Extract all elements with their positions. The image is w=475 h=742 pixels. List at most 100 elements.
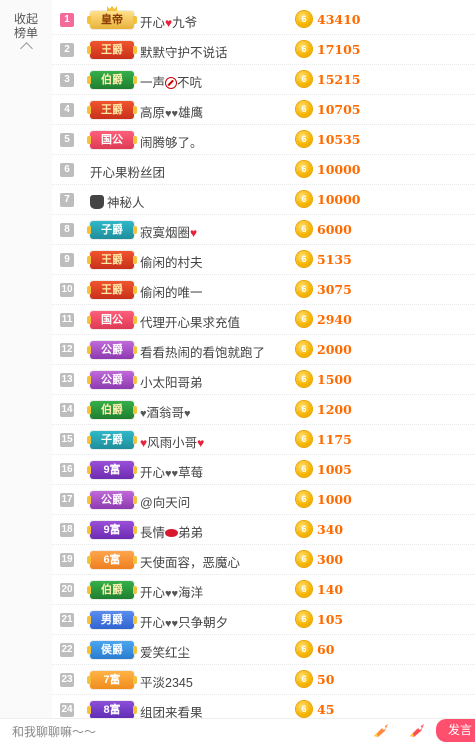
rank-row[interactable]: 19 6富 天使面容，恶魔心 6 300 [52, 545, 475, 575]
rank-number: 9 [60, 253, 74, 267]
rank-row[interactable]: 9 王爵 偷闲的村夫 6 5135 [52, 245, 475, 275]
rank-row[interactable]: 7 神秘人 6 10000 [52, 185, 475, 215]
badge-label: 伯爵 [101, 404, 123, 416]
username[interactable]: 偷闲的村夫 [140, 252, 203, 271]
coin-icon: 6 [296, 221, 312, 237]
rank-row[interactable]: 12 公爵 看看热闹的看饱就跑了 6 2000 [52, 335, 475, 365]
username[interactable]: ♥风雨小哥♥ [140, 432, 204, 451]
rank-row[interactable]: 23 7富 平淡2345 6 50 [52, 665, 475, 695]
username[interactable]: @向天问 [140, 492, 190, 511]
username[interactable]: 闹腾够了。 [140, 132, 203, 151]
rank-row[interactable]: 16 9富 开心♥♥草莓 6 1005 [52, 455, 475, 485]
rank-badge: 子爵 [87, 431, 137, 449]
collapse-rank-button[interactable]: 收起榜单 [10, 12, 42, 55]
rank-row[interactable]: 14 伯爵 ♥酒翁哥♥ 6 1200 [52, 395, 475, 425]
rank-badge: 王爵 [87, 281, 137, 299]
rank-row[interactable]: 11 国公 代理开心果求充值 6 2940 [52, 305, 475, 335]
rank-number: 14 [60, 403, 74, 417]
rank-row[interactable]: 22 侯爵 爱笑红尘 6 60 [52, 635, 475, 665]
username[interactable]: 开心♥♥草莓 [140, 462, 203, 481]
rank-badge: 公爵 [87, 371, 137, 389]
username[interactable]: 开心♥♥只争朝夕 [140, 612, 228, 631]
hearts-icon: ♥♥ [165, 108, 179, 120]
username[interactable]: 开心果粉丝团 [90, 162, 165, 181]
coin-icon: 6 [296, 131, 312, 147]
rocket-gift-icon[interactable] [408, 722, 428, 738]
rank-number: 24 [60, 703, 74, 717]
username-text: 一声 [140, 76, 166, 90]
username[interactable]: 默默守护不说话 [140, 42, 228, 61]
rank-badge: 国公 [87, 131, 137, 149]
username-text: 偷闲的唯一 [140, 286, 203, 300]
rank-number: 4 [60, 103, 74, 117]
contribution-amount: 10000 [317, 192, 361, 207]
rank-row[interactable]: 10 王爵 偷闲的唯一 6 3075 [52, 275, 475, 305]
rank-badge: 侯爵 [87, 641, 137, 659]
username[interactable]: 看看热闹的看饱就跑了 [140, 342, 265, 361]
username[interactable]: 平淡2345 [140, 672, 193, 691]
coin-icon: 6 [296, 161, 312, 177]
rank-row[interactable]: 6 开心果粉丝团 6 10000 [52, 155, 475, 185]
contribution-amount: 2000 [317, 342, 352, 357]
send-button[interactable]: 发言 [436, 719, 475, 742]
coin-icon: 6 [296, 341, 312, 357]
rank-badge: 子爵 [87, 221, 137, 239]
sidebar: 收起榜单 [0, 0, 52, 718]
username[interactable]: 小太阳哥弟 [140, 372, 203, 391]
contribution-amount: 1500 [317, 372, 352, 387]
username[interactable]: 一声 不吭 [140, 72, 202, 91]
username[interactable]: 代理开心果求充值 [140, 312, 240, 331]
username[interactable]: ♥酒翁哥♥ [140, 402, 191, 421]
username[interactable]: 長情 弟弟 [140, 522, 203, 541]
username-text: 默默守护不说话 [140, 46, 228, 60]
username-text: 看看热闹的看饱就跑了 [140, 346, 266, 360]
username[interactable]: 高原♥♥雄鹰 [140, 102, 203, 121]
username[interactable]: 天使面容，恶魔心 [140, 552, 240, 571]
rank-row[interactable]: 8 子爵 寂寞烟圈♥ 6 6000 [52, 215, 475, 245]
rocket-gift-icon[interactable] [372, 722, 392, 738]
username[interactable]: 寂寞烟圈♥ [140, 222, 197, 241]
rank-row[interactable]: 15 子爵 ♥风雨小哥♥ 6 1175 [52, 425, 475, 455]
badge-label: 7富 [103, 674, 121, 686]
rank-badge: 公爵 [87, 491, 137, 509]
contribution-amount: 140 [317, 582, 344, 597]
username-text: 小太阳哥弟 [140, 376, 203, 390]
username-text: 代理开心果求充值 [140, 316, 241, 330]
rank-row[interactable]: 5 国公 闹腾够了。 6 10535 [52, 125, 475, 155]
username-text: 开心 [140, 586, 166, 600]
rank-row[interactable]: 17 公爵 @向天问 6 1000 [52, 485, 475, 515]
username[interactable]: 开心♥♥海洋 [140, 582, 203, 601]
rank-row[interactable]: 2 王爵 默默守护不说话 6 17105 [52, 35, 475, 65]
rank-list: 1 皇帝 开心♥九爷 6 43410 2 王爵 默默守护不说话 6 17105 3 伯爵 一声 不吭 6 15… [52, 5, 475, 725]
rank-row[interactable]: 20 伯爵 开心♥♥海洋 6 140 [52, 575, 475, 605]
rank-number: 17 [60, 493, 74, 507]
rank-badge: 伯爵 [87, 401, 137, 419]
username[interactable]: 神秘人 [90, 192, 145, 211]
heart-icon: ♥ [184, 408, 191, 420]
badge-label: 男爵 [101, 614, 123, 626]
username-text: 寂寞烟圈 [140, 226, 191, 240]
rank-row[interactable]: 18 9富 長情 弟弟 6 340 [52, 515, 475, 545]
rank-row[interactable]: 13 公爵 小太阳哥弟 6 1500 [52, 365, 475, 395]
contribution-amount: 60 [317, 642, 335, 657]
contribution-amount: 340 [317, 522, 344, 537]
rank-row[interactable]: 4 王爵 高原♥♥雄鹰 6 10705 [52, 95, 475, 125]
rank-row[interactable]: 21 男爵 开心♥♥只争朝夕 6 105 [52, 605, 475, 635]
username[interactable]: 爱笑红尘 [140, 642, 190, 661]
contribution-amount: 105 [317, 612, 344, 627]
badge-label: 伯爵 [101, 584, 123, 596]
contribution-amount: 5135 [317, 252, 352, 267]
username[interactable]: 偷闲的唯一 [140, 282, 203, 301]
rank-badge: 伯爵 [87, 71, 137, 89]
contribution-amount: 45 [317, 702, 335, 717]
coin-icon: 6 [296, 401, 312, 417]
crown-icon [107, 6, 117, 11]
chevron-up-icon [19, 42, 33, 55]
rank-number: 16 [60, 463, 74, 477]
chat-input[interactable]: 和我聊聊嘛～～ [12, 723, 96, 740]
rank-row[interactable]: 1 皇帝 开心♥九爷 6 43410 [52, 5, 475, 35]
coin-icon: 6 [296, 191, 312, 207]
username-text: 闹腾够了。 [140, 136, 203, 150]
rank-row[interactable]: 3 伯爵 一声 不吭 6 15215 [52, 65, 475, 95]
username[interactable]: 开心♥九爷 [140, 12, 197, 31]
